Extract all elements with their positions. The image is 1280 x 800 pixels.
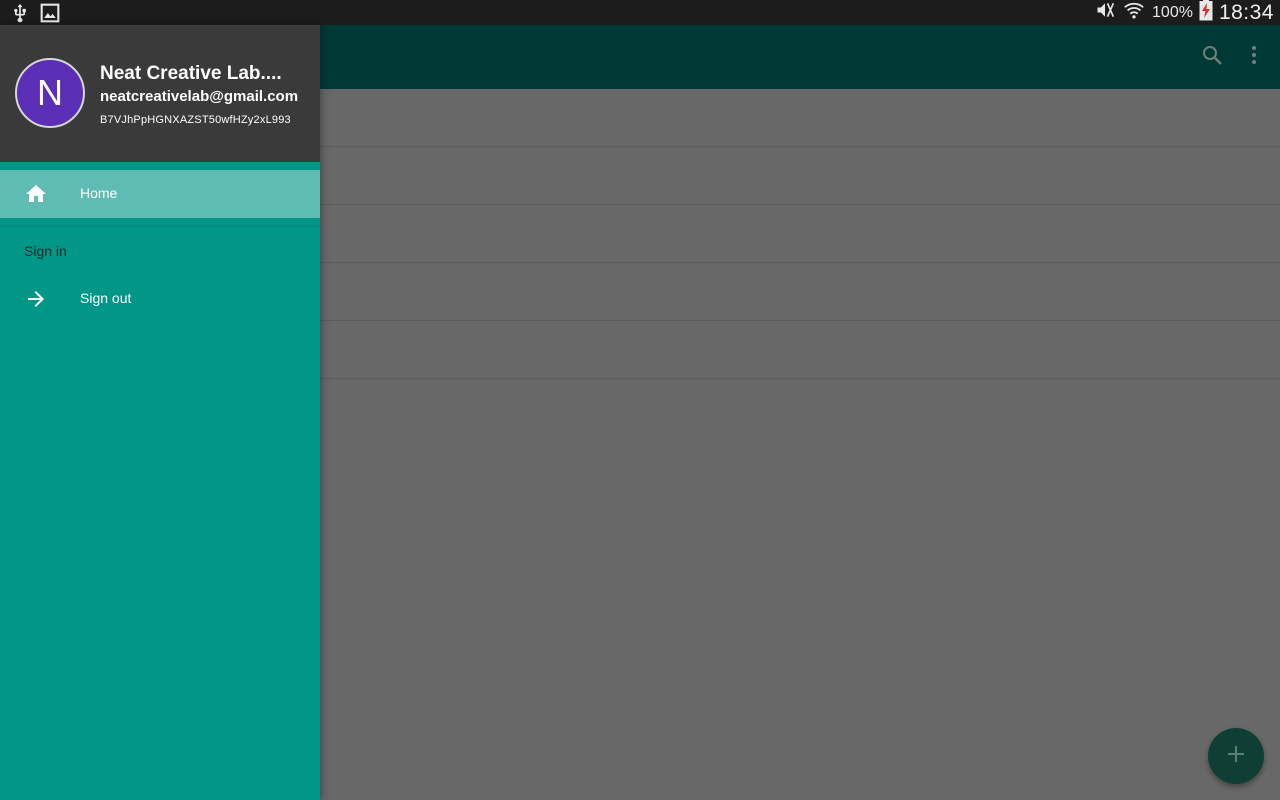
more-vert-icon[interactable] xyxy=(1242,43,1266,72)
drawer-item-label: Sign out xyxy=(80,290,132,306)
status-time: 18:34 xyxy=(1218,0,1274,24)
battery-percent: 100% xyxy=(1152,3,1193,21)
status-right-icons: 100% 18:34 xyxy=(1094,0,1274,25)
drawer-item-sign-out[interactable]: Sign out xyxy=(0,275,320,323)
list-item[interactable] xyxy=(320,321,1280,379)
list-item[interactable] xyxy=(320,147,1280,205)
section-header-sign-in: Sign in xyxy=(24,243,67,259)
wifi-icon xyxy=(1122,0,1146,26)
plus-icon xyxy=(1226,744,1246,769)
drawer-header: N Neat Creative Lab.... neatcreativelab@… xyxy=(0,25,320,162)
divider xyxy=(0,226,320,227)
status-bar: 100% 18:34 xyxy=(0,0,1280,25)
home-icon xyxy=(24,182,48,206)
app-bar xyxy=(320,25,1280,89)
drawer-item-label: Home xyxy=(80,185,118,201)
user-name: Neat Creative Lab.... xyxy=(100,63,282,84)
content-list xyxy=(320,89,1280,379)
add-fab-button[interactable] xyxy=(1208,728,1264,784)
mute-icon xyxy=(1094,0,1116,25)
user-id: B7VJhPpHGNXAZST50wfHZy2xL993 xyxy=(100,114,291,126)
list-item[interactable] xyxy=(320,89,1280,147)
avatar[interactable]: N xyxy=(15,58,85,128)
list-item[interactable] xyxy=(320,205,1280,263)
drawer-item-home[interactable]: Home xyxy=(0,170,320,218)
app-bar-actions xyxy=(1200,43,1266,72)
list-item[interactable] xyxy=(320,263,1280,321)
user-email: neatcreativelab@gmail.com xyxy=(100,88,299,105)
search-icon[interactable] xyxy=(1200,43,1224,72)
navigation-drawer: N Neat Creative Lab.... neatcreativelab@… xyxy=(0,25,320,800)
battery-charging-icon xyxy=(1199,0,1213,26)
arrow-right-icon xyxy=(24,287,48,311)
